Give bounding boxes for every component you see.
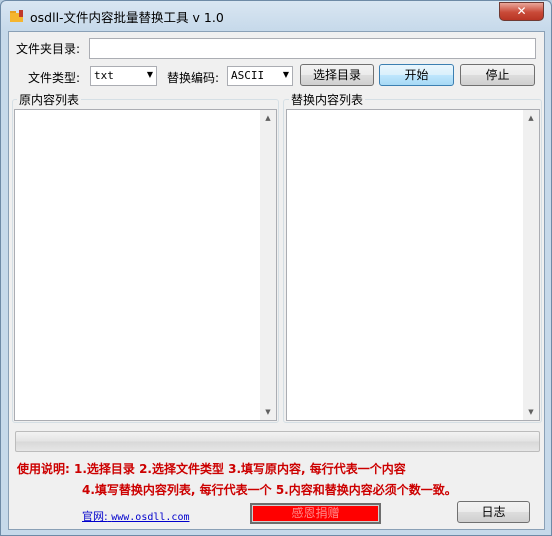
- instructions-line-1: 使用说明: 1.选择目录 2.选择文件类型 3.填写原内容, 每行代表一个内容: [17, 462, 406, 476]
- stop-button[interactable]: 停止: [460, 64, 535, 86]
- original-list-scrollbar[interactable]: ▲ ▼: [260, 110, 276, 420]
- select-dir-button[interactable]: 选择目录: [300, 64, 374, 86]
- client-area: 文件夹目录: 文件类型: txt ▼ 替换编码: ASCII ▼ 选择目录 开始…: [8, 31, 545, 530]
- replace-list-scrollbar[interactable]: ▲ ▼: [523, 110, 539, 420]
- log-button[interactable]: 日志: [457, 501, 530, 523]
- window-title: osdll-文件内容批量替换工具 v 1.0: [30, 10, 224, 25]
- close-button[interactable]: ✕: [499, 2, 544, 21]
- replace-list-textarea[interactable]: ▲ ▼: [286, 109, 540, 421]
- start-button[interactable]: 开始: [379, 64, 454, 86]
- original-list-textarea[interactable]: ▲ ▼: [14, 109, 277, 421]
- encoding-select[interactable]: ASCII ▼: [227, 66, 293, 86]
- scroll-up-icon[interactable]: ▲: [523, 110, 539, 126]
- website-url: www.osdll.com: [111, 512, 190, 523]
- original-list-title: 原内容列表: [17, 91, 82, 108]
- progress-bar: [15, 431, 540, 452]
- encoding-label: 替换编码:: [167, 71, 220, 85]
- scroll-down-icon[interactable]: ▼: [523, 404, 539, 420]
- scroll-up-icon[interactable]: ▲: [260, 110, 276, 126]
- filetype-label: 文件类型:: [28, 71, 81, 85]
- scroll-down-icon[interactable]: ▼: [260, 404, 276, 420]
- title-bar[interactable]: osdll-文件内容批量替换工具 v 1.0 ✕: [1, 1, 551, 31]
- replace-list-title: 替换内容列表: [289, 91, 366, 108]
- chevron-down-icon: ▼: [282, 70, 289, 79]
- app-window: osdll-文件内容批量替换工具 v 1.0 ✕ 文件夹目录: 文件类型: tx…: [0, 0, 552, 536]
- chevron-down-icon: ▼: [146, 70, 153, 79]
- website-prefix: 官网:: [82, 510, 108, 523]
- instructions-line-2: 4.填写替换内容列表, 每行代表一个 5.内容和替换内容必须个数一致。: [82, 483, 457, 497]
- filetype-value: txt: [94, 69, 114, 82]
- donate-button[interactable]: 感恩捐赠: [250, 503, 381, 524]
- filetype-select[interactable]: txt ▼: [90, 66, 157, 86]
- encoding-value: ASCII: [231, 69, 265, 82]
- folder-path-input[interactable]: [89, 38, 536, 59]
- folder-label: 文件夹目录:: [16, 42, 81, 56]
- folder-icon: [10, 10, 23, 22]
- website-link[interactable]: 官网: www.osdll.com: [82, 508, 190, 524]
